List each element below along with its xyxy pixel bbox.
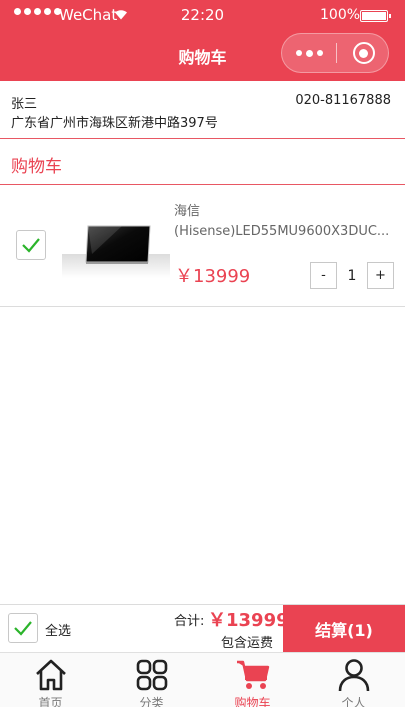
quantity-value: 1 <box>347 267 357 284</box>
user-icon <box>338 659 370 692</box>
tab-profile[interactable]: 个人 <box>303 653 404 707</box>
address-detail: 广东省广州市海珠区新港中路397号 <box>11 116 218 131</box>
item-price: ￥13999 <box>175 266 251 287</box>
battery-icon <box>360 10 391 22</box>
home-icon <box>36 659 66 691</box>
shipping-note: 包含运费 <box>221 636 274 651</box>
checkout-button[interactable]: 结算(1) <box>283 605 405 653</box>
tab-category[interactable]: 分类 <box>101 653 202 707</box>
tab-label: 个人 <box>341 696 366 707</box>
miniprogram-capsule <box>281 33 389 73</box>
cart-icon <box>237 660 270 689</box>
recipient-phone: 020-81167888 <box>295 93 391 108</box>
item-checkbox[interactable] <box>16 230 46 260</box>
close-miniprogram-icon[interactable] <box>337 34 390 72</box>
tab-label: 首页 <box>38 696 63 707</box>
decrease-button[interactable]: - <box>310 262 337 289</box>
select-all-checkbox[interactable] <box>8 613 38 643</box>
increase-button[interactable]: + <box>367 262 394 289</box>
battery-percent: 100% <box>320 7 361 23</box>
total-label: 合计: <box>174 614 205 629</box>
category-icon <box>136 659 168 691</box>
checkmark-icon <box>14 621 32 636</box>
status-bar: WeChat 22:20 100% <box>0 0 405 30</box>
tab-bar: 首页 分类 购物车 个人 <box>0 652 405 707</box>
cart-section-header: 购物车 <box>0 140 405 185</box>
recipient-name: 张三 <box>11 97 38 112</box>
tab-label: 购物车 <box>234 696 271 707</box>
tab-home[interactable]: 首页 <box>0 653 101 707</box>
tab-label: 分类 <box>139 696 164 707</box>
checkmark-icon <box>22 238 40 253</box>
cart-section-title: 购物车 <box>11 157 62 177</box>
checkout-bar: 全选 合计: ￥13999 包含运费 结算(1) <box>0 604 405 653</box>
tab-cart[interactable]: 购物车 <box>202 653 303 707</box>
total-price: ￥13999 <box>208 610 289 631</box>
shipping-address[interactable]: 张三 020-81167888 广东省广州市海珠区新港中路397号 <box>0 81 405 139</box>
cart-item: 海信 (Hisense)LED55MU9600X3DUC... ￥13999 -… <box>0 186 405 307</box>
tv-icon[interactable] <box>62 210 170 278</box>
header: WeChat 22:20 100% 购物车 <box>0 0 405 81</box>
quantity-stepper: - 1 + <box>310 262 394 289</box>
select-all-label[interactable]: 全选 <box>45 620 71 639</box>
item-name[interactable]: 海信 (Hisense)LED55MU9600X3DUC... <box>174 202 394 242</box>
more-icon[interactable] <box>282 34 336 72</box>
